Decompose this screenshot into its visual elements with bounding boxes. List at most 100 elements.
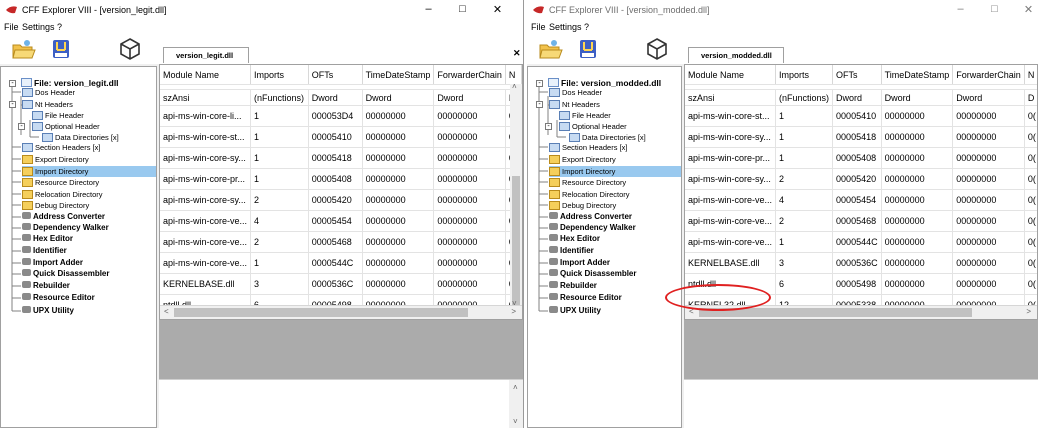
collapse-toggle[interactable]: - — [9, 80, 16, 87]
column-header[interactable]: Imports — [775, 65, 834, 85]
table-row[interactable]: api-ms-win-core-st... 1 00005410 00000000 00… — [160, 126, 522, 148]
vertical-scrollbar[interactable]: ˄ ˅ — [509, 380, 523, 428]
vertical-scrollbar[interactable]: ˄ ˅ — [510, 82, 522, 308]
tool-identifier[interactable]: Identifier — [549, 245, 594, 256]
table-row[interactable]: api-ms-win-core-pr... 1 00005408 00000000 00… — [160, 168, 522, 190]
table-row[interactable]: api-ms-win-core-sy... 2 00005420 00000000 00… — [685, 168, 1037, 190]
tree-item-section-headers[interactable]: Section Headers [x] — [549, 142, 627, 153]
save-button[interactable] — [48, 36, 74, 62]
collapse-toggle[interactable]: - — [18, 123, 25, 130]
tool-address-converter[interactable]: Address Converter — [22, 211, 105, 222]
table-row[interactable]: api-ms-win-core-st... 1 00005410 00000000 00… — [685, 105, 1037, 127]
scroll-left-icon[interactable]: < — [164, 307, 169, 316]
tree-item-file-header[interactable]: File Header — [32, 110, 84, 121]
tool-import-adder[interactable]: Import Adder — [549, 257, 610, 268]
tool-dependency-walker[interactable]: Dependency Walker — [22, 222, 109, 233]
tree-item-resource-directory[interactable]: Resource Directory — [22, 177, 99, 188]
table-row[interactable]: api-ms-win-core-ve... 1 0000544C 00000000 00… — [160, 252, 522, 274]
tab-file[interactable]: version_legit.dll — [163, 47, 249, 63]
tree-item-section-headers[interactable]: Section Headers [x] — [22, 142, 100, 153]
scrollbar-thumb[interactable] — [512, 176, 520, 307]
close-button[interactable]: ✕ — [1013, 0, 1038, 20]
tree-item-dos-header[interactable]: Dos Header — [549, 87, 602, 98]
column-header[interactable]: ForwarderChain — [952, 65, 1025, 85]
table-row[interactable]: api-ms-win-core-sy... 1 00005418 00000000 00… — [685, 126, 1037, 148]
minimize-button[interactable]: – — [413, 0, 444, 20]
tree-item-dos-header[interactable]: Dos Header — [22, 87, 75, 98]
tree-item-debug-directory[interactable]: Debug Directory — [22, 200, 89, 211]
column-header[interactable]: ForwarderChain — [433, 65, 506, 85]
maximize-button[interactable]: □ — [447, 0, 478, 20]
title-bar[interactable]: CFF Explorer VIII - [version_modded.dll]… — [527, 0, 1038, 20]
tree-item-optional-header[interactable]: Optional Header — [32, 121, 100, 132]
tool-rebuilder[interactable]: Rebuilder — [22, 280, 70, 291]
open-file-button[interactable] — [10, 36, 36, 62]
tab-file[interactable]: version_modded.dll — [688, 47, 784, 63]
tool-upx-utility[interactable]: UPX Utility — [22, 305, 74, 316]
table-row[interactable]: api-ms-win-core-pr... 1 00005408 00000000 00… — [685, 147, 1037, 169]
table-row[interactable]: KERNELBASE.dll30000536C00000000000000000… — [685, 252, 1037, 274]
horizontal-scrollbar[interactable]: < > — [160, 305, 522, 319]
tool-hex-editor[interactable]: Hex Editor — [22, 233, 73, 244]
tree-item-nt-headers[interactable]: Nt Headers — [549, 99, 600, 110]
tree-item-relocation-directory[interactable]: Relocation Directory — [22, 189, 103, 200]
menu-help[interactable]: ? — [584, 22, 589, 32]
tool-rebuilder[interactable]: Rebuilder — [549, 280, 597, 291]
tree-item-nt-headers[interactable]: Nt Headers — [22, 99, 73, 110]
column-header[interactable]: Module Name — [160, 65, 252, 85]
column-header[interactable]: TimeDateStamp — [362, 65, 435, 85]
tool-address-converter[interactable]: Address Converter — [549, 211, 632, 222]
tool-quick-disassembler[interactable]: Quick Disassembler — [22, 268, 109, 279]
tool-dependency-walker[interactable]: Dependency Walker — [549, 222, 636, 233]
scroll-right-icon[interactable]: > — [1026, 307, 1031, 316]
save-button[interactable] — [575, 36, 601, 62]
tool-resource-editor[interactable]: Resource Editor — [549, 292, 622, 303]
tool-import-adder[interactable]: Import Adder — [22, 257, 83, 268]
tool-resource-editor[interactable]: Resource Editor — [22, 292, 95, 303]
view-button[interactable] — [644, 36, 670, 62]
scrollbar-thumb[interactable] — [174, 308, 468, 317]
tree-item-import-directory[interactable]: Import Directory — [22, 166, 156, 177]
table-row[interactable]: KERNELBASE.dll30000536C00000000000000000… — [160, 273, 522, 295]
column-header[interactable]: N — [1024, 65, 1037, 85]
view-button[interactable] — [117, 36, 143, 62]
collapse-toggle[interactable]: - — [536, 80, 543, 87]
title-bar[interactable]: CFF Explorer VIII - [version_legit.dll] … — [0, 0, 523, 20]
scroll-down-icon[interactable]: ˅ — [513, 417, 518, 426]
collapse-toggle[interactable]: - — [9, 101, 16, 108]
table-row[interactable]: api-ms-win-core-ve... 4 00005454 00000000 00… — [160, 210, 522, 232]
column-header[interactable]: TimeDateStamp — [881, 65, 954, 85]
table-row[interactable]: api-ms-win-core-ve... 4 00005454 00000000 00… — [685, 189, 1037, 211]
tree-item-export-directory[interactable]: Export Directory — [22, 154, 89, 165]
minimize-button[interactable]: – — [945, 0, 976, 20]
table-row[interactable]: api-ms-win-core-ve... 2 00005468 00000000 00… — [685, 210, 1037, 232]
tool-hex-editor[interactable]: Hex Editor — [549, 233, 600, 244]
tree-item-resource-directory[interactable]: Resource Directory — [549, 177, 626, 188]
scroll-right-icon[interactable]: > — [511, 307, 516, 316]
collapse-toggle[interactable]: - — [536, 101, 543, 108]
column-header[interactable]: OFTs — [832, 65, 882, 85]
table-row[interactable]: api-ms-win-core-ve... 2 00005468 00000000 00… — [160, 231, 522, 253]
scroll-up-icon[interactable]: ˄ — [512, 82, 517, 91]
menu-file[interactable]: File — [531, 22, 546, 32]
close-tab-button[interactable]: ✕ — [513, 48, 521, 59]
tree-item-import-directory[interactable]: Import Directory — [549, 166, 681, 177]
table-row[interactable]: api-ms-win-core-sy... 2 00005420 00000000 00… — [160, 189, 522, 211]
open-file-button[interactable] — [537, 36, 563, 62]
scroll-up-icon[interactable]: ˄ — [513, 383, 518, 392]
menu-settings[interactable]: Settings — [22, 22, 55, 32]
tool-upx-utility[interactable]: UPX Utility — [549, 305, 601, 316]
tree-item-optional-header[interactable]: Optional Header — [559, 121, 627, 132]
column-header[interactable]: OFTs — [308, 65, 363, 85]
tree-item-relocation-directory[interactable]: Relocation Directory — [549, 189, 630, 200]
maximize-button[interactable]: □ — [979, 0, 1010, 20]
menu-help[interactable]: ? — [57, 22, 62, 32]
tool-identifier[interactable]: Identifier — [22, 245, 67, 256]
close-button[interactable]: ✕ — [482, 0, 513, 20]
column-header[interactable]: Imports — [250, 65, 309, 85]
column-header[interactable]: Module Name — [685, 65, 777, 85]
tool-quick-disassembler[interactable]: Quick Disassembler — [549, 268, 636, 279]
tree-item-export-directory[interactable]: Export Directory — [549, 154, 616, 165]
tree-item-file-header[interactable]: File Header — [559, 110, 611, 121]
table-row[interactable]: api-ms-win-core-sy... 1 00005418 00000000 00… — [160, 147, 522, 169]
